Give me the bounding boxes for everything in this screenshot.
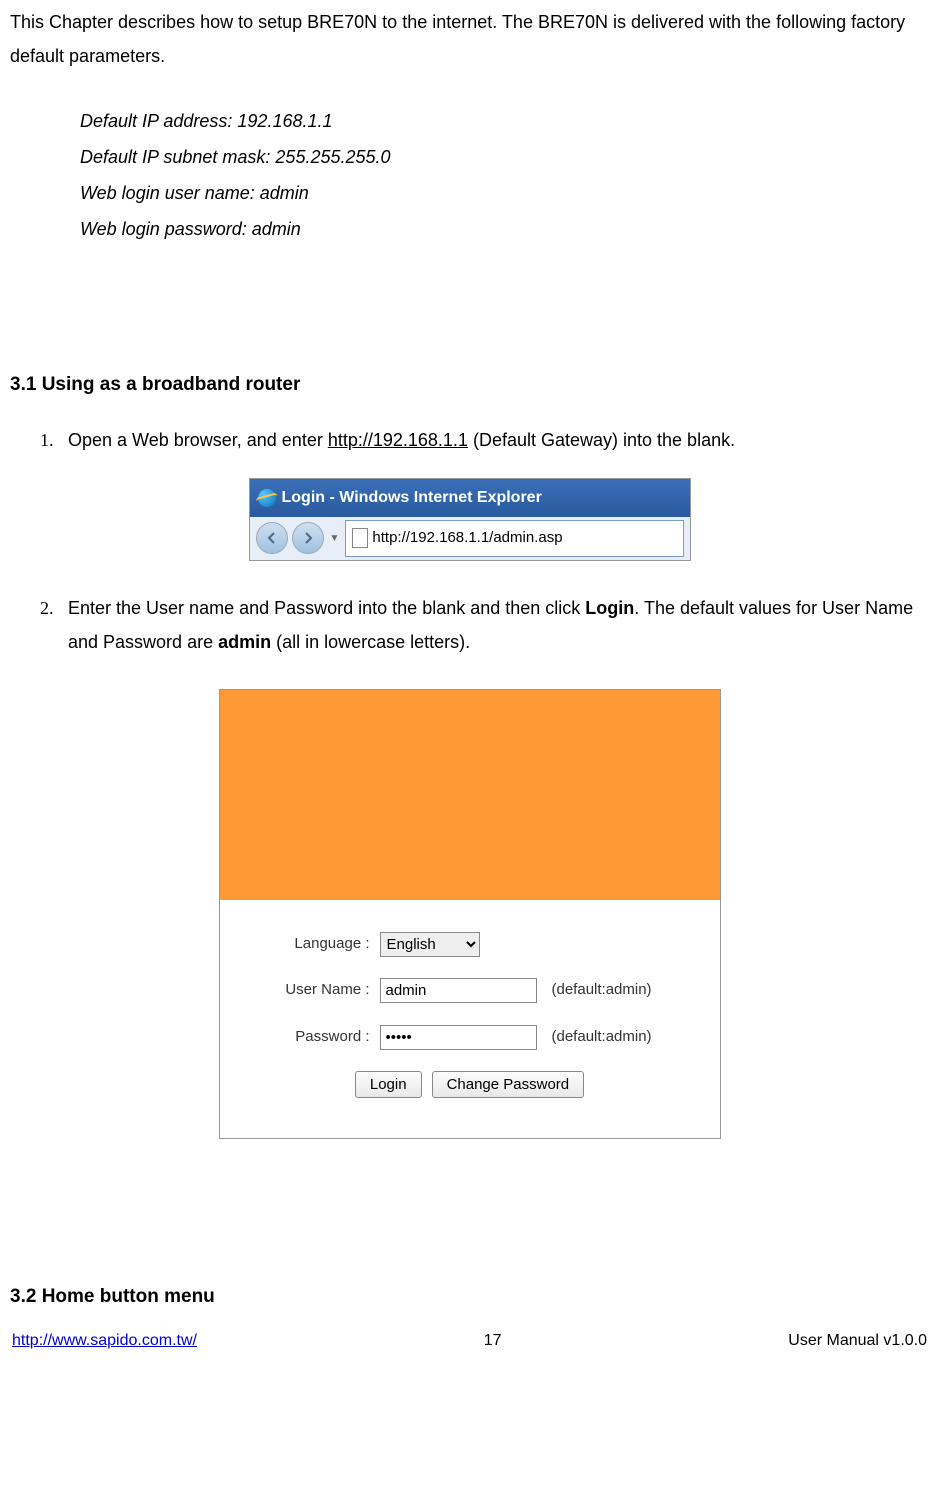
language-row: Language : English: [240, 930, 700, 959]
step1-post: (Default Gateway) into the blank.: [468, 430, 735, 450]
button-row: Login Change Password: [240, 1071, 700, 1098]
step-text: Enter the User name and Password into th…: [68, 591, 929, 659]
default-username: Web login user name: admin: [80, 175, 929, 211]
login-header-banner: [220, 690, 720, 900]
login-panel: Language : English User Name : (default:…: [219, 689, 721, 1140]
login-bold: Login: [585, 598, 634, 618]
username-input[interactable]: [380, 978, 537, 1003]
login-screenshot: Language : English User Name : (default:…: [10, 689, 929, 1140]
password-hint: (default:admin): [552, 1023, 652, 1052]
step-number: 1.: [40, 423, 68, 457]
browser-window: Login - Windows Internet Explorer ▼ http…: [249, 478, 691, 561]
password-input[interactable]: [380, 1025, 537, 1050]
username-row: User Name : (default:admin): [240, 976, 700, 1005]
step-1: 1. Open a Web browser, and enter http://…: [40, 423, 929, 457]
language-select[interactable]: English: [380, 932, 480, 957]
step2-post: (all in lowercase letters).: [271, 632, 470, 652]
login-form: Language : English User Name : (default:…: [220, 900, 720, 1139]
intro-text: This Chapter describes how to setup BRE7…: [10, 5, 929, 73]
back-button[interactable]: [256, 522, 288, 554]
default-gateway-link[interactable]: http://192.168.1.1: [328, 430, 468, 450]
section-3-2-heading: 3.2 Home button menu: [10, 1279, 929, 1315]
default-password: Web login password: admin: [80, 211, 929, 247]
default-mask: Default IP subnet mask: 255.255.255.0: [80, 139, 929, 175]
username-hint: (default:admin): [552, 976, 652, 1005]
arrow-left-icon: [265, 531, 279, 545]
step-2: 2. Enter the User name and Password into…: [40, 591, 929, 659]
browser-title-text: Login - Windows Internet Explorer: [282, 483, 542, 513]
language-label: Language :: [240, 930, 380, 959]
page-number: 17: [484, 1326, 502, 1356]
browser-screenshot: Login - Windows Internet Explorer ▼ http…: [10, 478, 929, 561]
browser-nav: ▼ http://192.168.1.1/admin.asp: [250, 517, 690, 560]
password-row: Password : (default:admin): [240, 1023, 700, 1052]
ie-icon: [258, 489, 276, 507]
url-bar[interactable]: http://192.168.1.1/admin.asp: [345, 520, 683, 557]
login-button[interactable]: Login: [355, 1071, 422, 1098]
password-label: Password :: [240, 1023, 380, 1052]
step-text: Open a Web browser, and enter http://192…: [68, 423, 929, 457]
browser-titlebar: Login - Windows Internet Explorer: [250, 479, 690, 517]
page-footer: http://www.sapido.com.tw/ 17 User Manual…: [10, 1326, 929, 1356]
username-label: User Name :: [240, 976, 380, 1005]
default-ip: Default IP address: 192.168.1.1: [80, 103, 929, 139]
step2-pre: Enter the User name and Password into th…: [68, 598, 585, 618]
forward-button[interactable]: [292, 522, 324, 554]
url-text: http://192.168.1.1/admin.asp: [372, 524, 562, 553]
page-icon: [352, 528, 368, 548]
change-password-button[interactable]: Change Password: [432, 1071, 585, 1098]
section-3-1-heading: 3.1 Using as a broadband router: [10, 367, 929, 403]
history-dropdown-icon[interactable]: ▼: [328, 529, 342, 548]
factory-defaults: Default IP address: 192.168.1.1 Default …: [80, 103, 929, 247]
admin-bold: admin: [218, 632, 271, 652]
arrow-right-icon: [301, 531, 315, 545]
step-number: 2.: [40, 591, 68, 659]
manual-version: User Manual v1.0.0: [788, 1326, 927, 1356]
footer-url[interactable]: http://www.sapido.com.tw/: [12, 1326, 197, 1356]
step1-pre: Open a Web browser, and enter: [68, 430, 328, 450]
